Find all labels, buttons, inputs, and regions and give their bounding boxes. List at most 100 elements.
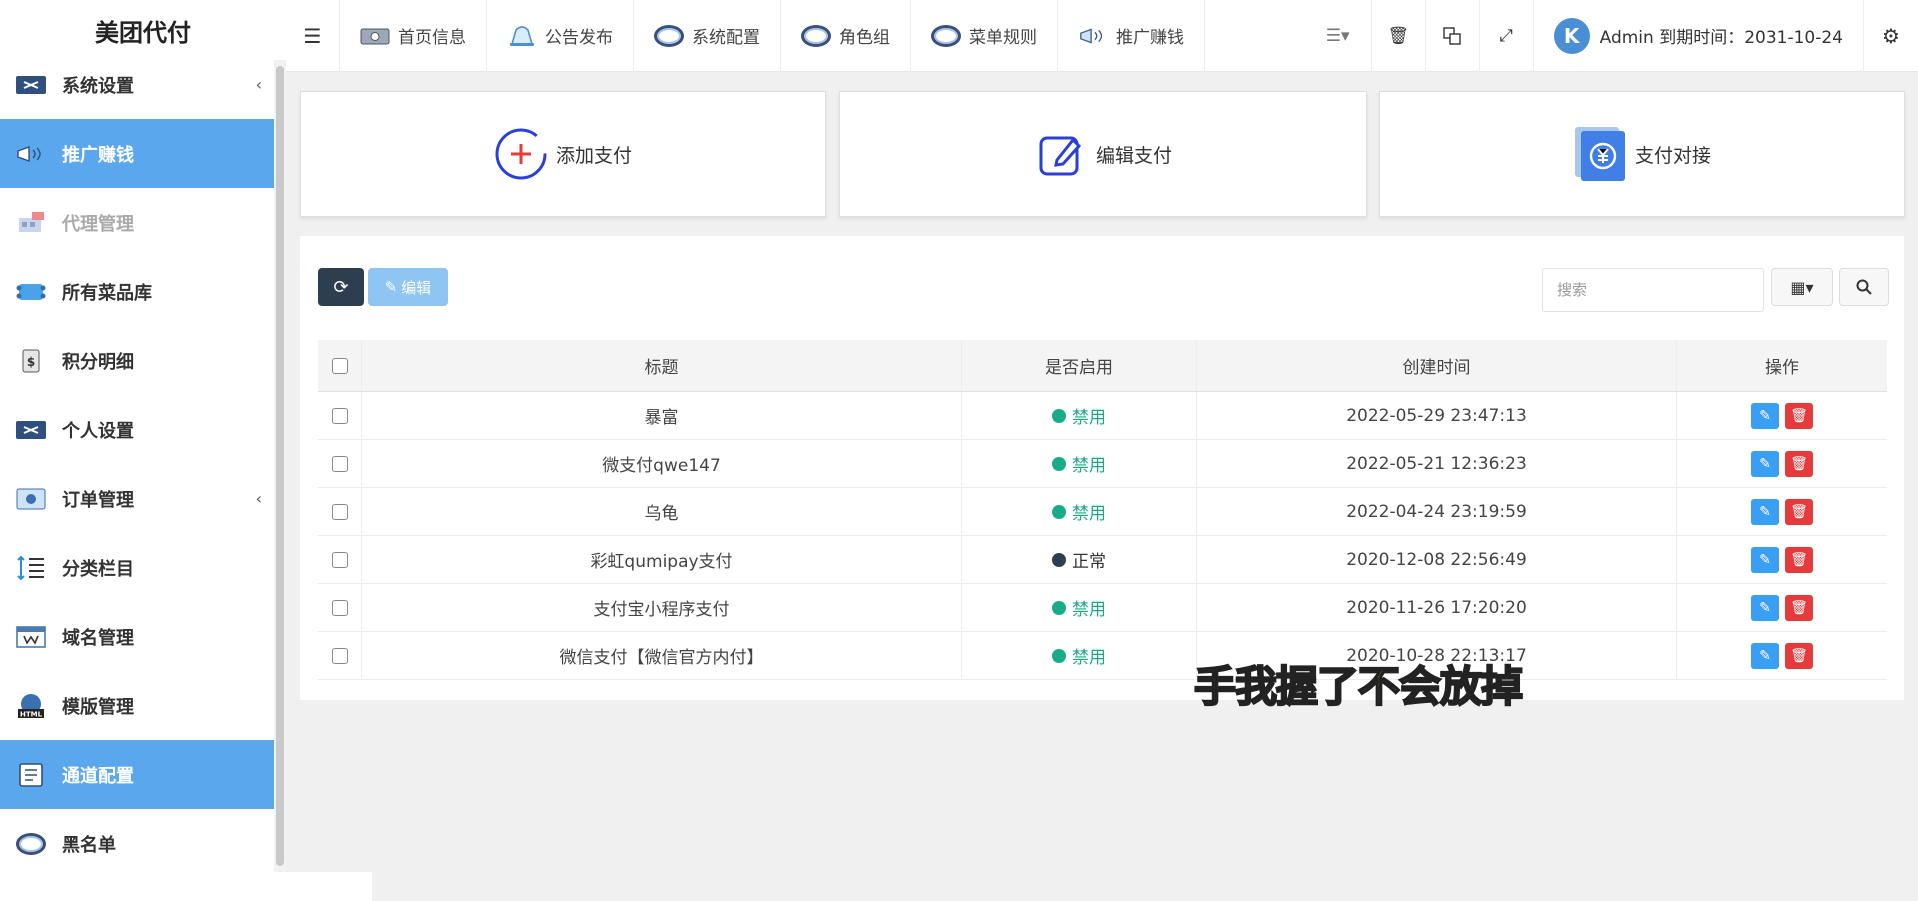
- header-enabled[interactable]: 是否启用: [962, 340, 1197, 391]
- tab-label: 系统配置: [692, 23, 760, 48]
- row-checkbox[interactable]: [332, 504, 348, 520]
- agent-icon: [14, 209, 48, 237]
- row-delete-button[interactable]: 🗑: [1785, 643, 1813, 669]
- sidebar-item-promotion[interactable]: 推广赚钱: [0, 119, 286, 188]
- sidebar-item-blacklist[interactable]: 黑名单: [0, 809, 286, 872]
- header-created[interactable]: 创建时间: [1197, 340, 1677, 391]
- sidebar-item-label: 代理管理: [62, 210, 134, 236]
- chevron-left-icon: ‹: [256, 75, 262, 94]
- sidebar: 系统设置 ‹ 推广赚钱 代理管理 所有菜品库 $ 积分明细 个人设置 订单管理 …: [0, 60, 286, 872]
- card-label: 支付对接: [1635, 141, 1711, 168]
- order-icon: [14, 485, 48, 513]
- tab-announcement[interactable]: 公告发布: [487, 0, 634, 72]
- table-row: 微支付qwe147 禁用 2022-05-21 12:36:23 ✎🗑: [318, 440, 1887, 488]
- sidebar-item-label: 域名管理: [62, 624, 134, 650]
- sidebar-item-label: 推广赚钱: [62, 141, 134, 167]
- tab-label: 首页信息: [398, 23, 466, 48]
- search-button[interactable]: [1839, 268, 1889, 306]
- row-edit-button[interactable]: ✎: [1751, 451, 1779, 477]
- table-header-row: 标题 是否启用 创建时间 操作: [318, 340, 1887, 392]
- sidebar-scrollbar-thumb[interactable]: [276, 66, 284, 866]
- row-delete-button[interactable]: 🗑: [1785, 499, 1813, 525]
- column-toggle-button[interactable]: ▦▾: [1771, 268, 1833, 306]
- select-all-checkbox[interactable]: [332, 358, 348, 374]
- payment-integration-card[interactable]: 支付对接: [1379, 91, 1905, 217]
- app-logo-title: 美团代付: [0, 0, 286, 60]
- status-dot: [1052, 649, 1066, 663]
- user-expiry-text: Admin 到期时间：2031-10-24: [1600, 23, 1843, 48]
- megaphone-icon: [14, 140, 48, 168]
- grid-icon: ▦▾: [1790, 278, 1813, 297]
- sidebar-item-personal-settings[interactable]: 个人设置: [0, 395, 286, 464]
- header-title[interactable]: 标题: [362, 340, 962, 391]
- refresh-button[interactable]: ⟳: [318, 268, 364, 306]
- clear-cache-trash-icon[interactable]: 🗑: [1371, 0, 1425, 72]
- status-badge: 正常: [962, 536, 1197, 583]
- sidebar-item-points[interactable]: $ 积分明细: [0, 326, 286, 395]
- yen-card-icon: [1573, 127, 1627, 181]
- bottom-sidebar-strip: [0, 872, 372, 901]
- sidebar-item-domain[interactable]: 域名管理: [0, 602, 286, 671]
- card-label: 添加支付: [556, 141, 632, 168]
- add-circle-icon: [494, 127, 548, 181]
- ring-icon: [14, 830, 48, 858]
- row-created: 2022-05-29 23:47:13: [1197, 392, 1677, 439]
- row-delete-button[interactable]: 🗑: [1785, 451, 1813, 477]
- sidebar-item-template[interactable]: HTML 模版管理: [0, 671, 286, 740]
- translate-icon[interactable]: [1425, 0, 1479, 72]
- sidebar-item-system-settings[interactable]: 系统设置 ‹: [0, 60, 286, 119]
- sidebar-item-label: 系统设置: [62, 72, 134, 98]
- row-created: 2020-12-08 22:56:49: [1197, 536, 1677, 583]
- row-checkbox[interactable]: [332, 552, 348, 568]
- sidebar-item-category[interactable]: 分类栏目: [0, 533, 286, 602]
- row-edit-button[interactable]: ✎: [1751, 547, 1779, 573]
- user-info[interactable]: K Admin 到期时间：2031-10-24: [1533, 0, 1863, 72]
- table-row: 乌龟 禁用 2022-04-24 23:19:59 ✎🗑: [318, 488, 1887, 536]
- tab-home-info[interactable]: 首页信息: [340, 0, 487, 72]
- system-settings-icon: [14, 71, 48, 99]
- payments-table: 标题 是否启用 创建时间 操作 暴富 禁用 2022-05-29 23:47:1…: [318, 340, 1887, 680]
- tab-system-config[interactable]: 系统配置: [634, 0, 781, 72]
- sidebar-item-dish-library[interactable]: 所有菜品库: [0, 257, 286, 326]
- sidebar-item-label: 订单管理: [62, 486, 134, 512]
- hamburger-menu-icon[interactable]: ☰: [286, 0, 340, 72]
- svg-text:$: $: [27, 355, 35, 369]
- row-title: 暴富: [362, 392, 962, 439]
- sidebar-item-orders[interactable]: 订单管理 ‹: [0, 464, 286, 533]
- tab-menu-rules[interactable]: 菜单规则: [911, 0, 1058, 72]
- add-payment-card[interactable]: 添加支付: [300, 91, 826, 217]
- status-badge: 禁用: [962, 440, 1197, 487]
- row-created: 2020-11-26 17:20:20: [1197, 584, 1677, 631]
- row-edit-button[interactable]: ✎: [1751, 595, 1779, 621]
- tab-label: 推广赚钱: [1116, 23, 1184, 48]
- status-badge: 禁用: [962, 584, 1197, 631]
- search-input[interactable]: [1542, 268, 1764, 312]
- table-row: 暴富 禁用 2022-05-29 23:47:13 ✎🗑: [318, 392, 1887, 440]
- ring-icon: [654, 25, 684, 47]
- row-checkbox[interactable]: [332, 648, 348, 664]
- edit-button[interactable]: ✎ 编辑: [368, 268, 448, 306]
- row-checkbox[interactable]: [332, 408, 348, 424]
- fullscreen-icon[interactable]: ⤢: [1479, 0, 1533, 72]
- ring-icon: [801, 25, 831, 47]
- tab-promotion[interactable]: 推广赚钱: [1058, 0, 1205, 72]
- ring-icon: [931, 25, 961, 47]
- row-delete-button[interactable]: 🗑: [1785, 403, 1813, 429]
- sidebar-item-channel-config[interactable]: 通道配置: [0, 740, 286, 809]
- row-edit-button[interactable]: ✎: [1751, 499, 1779, 525]
- edit-payment-card[interactable]: 编辑支付: [839, 91, 1367, 217]
- row-delete-button[interactable]: 🗑: [1785, 595, 1813, 621]
- row-edit-button[interactable]: ✎: [1751, 403, 1779, 429]
- tab-role-group[interactable]: 角色组: [781, 0, 911, 72]
- row-title: 彩虹qumipay支付: [362, 536, 962, 583]
- row-checkbox[interactable]: [332, 600, 348, 616]
- row-delete-button[interactable]: 🗑: [1785, 547, 1813, 573]
- avatar: K: [1554, 18, 1590, 54]
- list-dropdown-icon[interactable]: ☰▾: [1305, 0, 1371, 72]
- sidebar-item-agent[interactable]: 代理管理: [0, 188, 286, 257]
- gear-icon[interactable]: ⚙: [1863, 0, 1918, 72]
- header-ops: 操作: [1677, 340, 1887, 391]
- row-checkbox[interactable]: [332, 456, 348, 472]
- row-edit-button[interactable]: ✎: [1751, 643, 1779, 669]
- status-badge: 禁用: [962, 632, 1197, 679]
